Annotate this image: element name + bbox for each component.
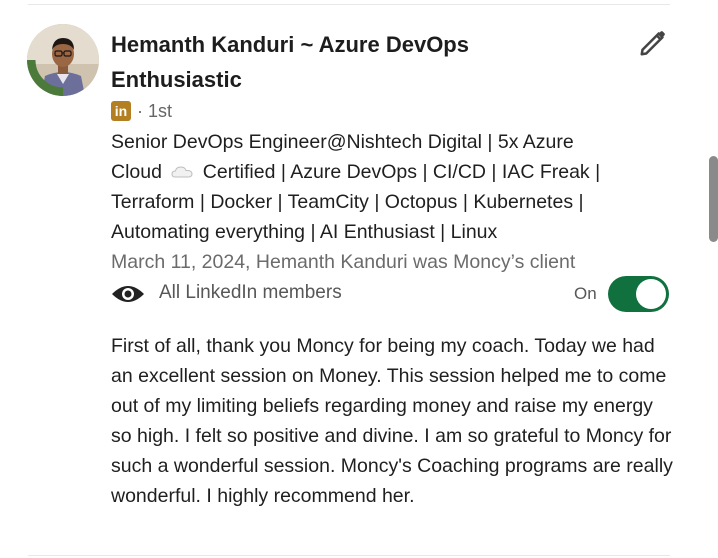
connection-meta: in · 1st	[111, 100, 172, 122]
connection-degree: · 1st	[137, 100, 173, 121]
linkedin-icon: in	[111, 101, 131, 121]
top-divider	[28, 4, 670, 5]
bottom-divider	[28, 555, 670, 556]
toggle-knob	[636, 279, 666, 309]
recommendation-text: First of all, thank you Moncy for being …	[111, 335, 673, 507]
edit-button[interactable]	[634, 24, 672, 62]
visibility-label: All LinkedIn members	[159, 282, 342, 303]
avatar-photo	[27, 24, 99, 96]
avatar[interactable]	[27, 24, 99, 96]
recommender-name[interactable]: Hemanth Kanduri ~ Azure DevOps Enthusias…	[111, 27, 541, 97]
toggle-state-label: On	[574, 284, 597, 303]
eye-icon	[112, 286, 144, 302]
scrollbar-thumb[interactable]	[709, 156, 718, 242]
visibility-toggle[interactable]	[608, 276, 669, 312]
recommender-headline: Senior DevOps Engineer@Nishtech Digital …	[111, 127, 616, 247]
relationship-date: March 11, 2024, Hemanth Kanduri was Monc…	[111, 251, 576, 273]
pencil-icon	[640, 31, 665, 56]
cloud-icon	[171, 166, 193, 178]
visibility-setting: All LinkedIn members On	[111, 276, 671, 312]
